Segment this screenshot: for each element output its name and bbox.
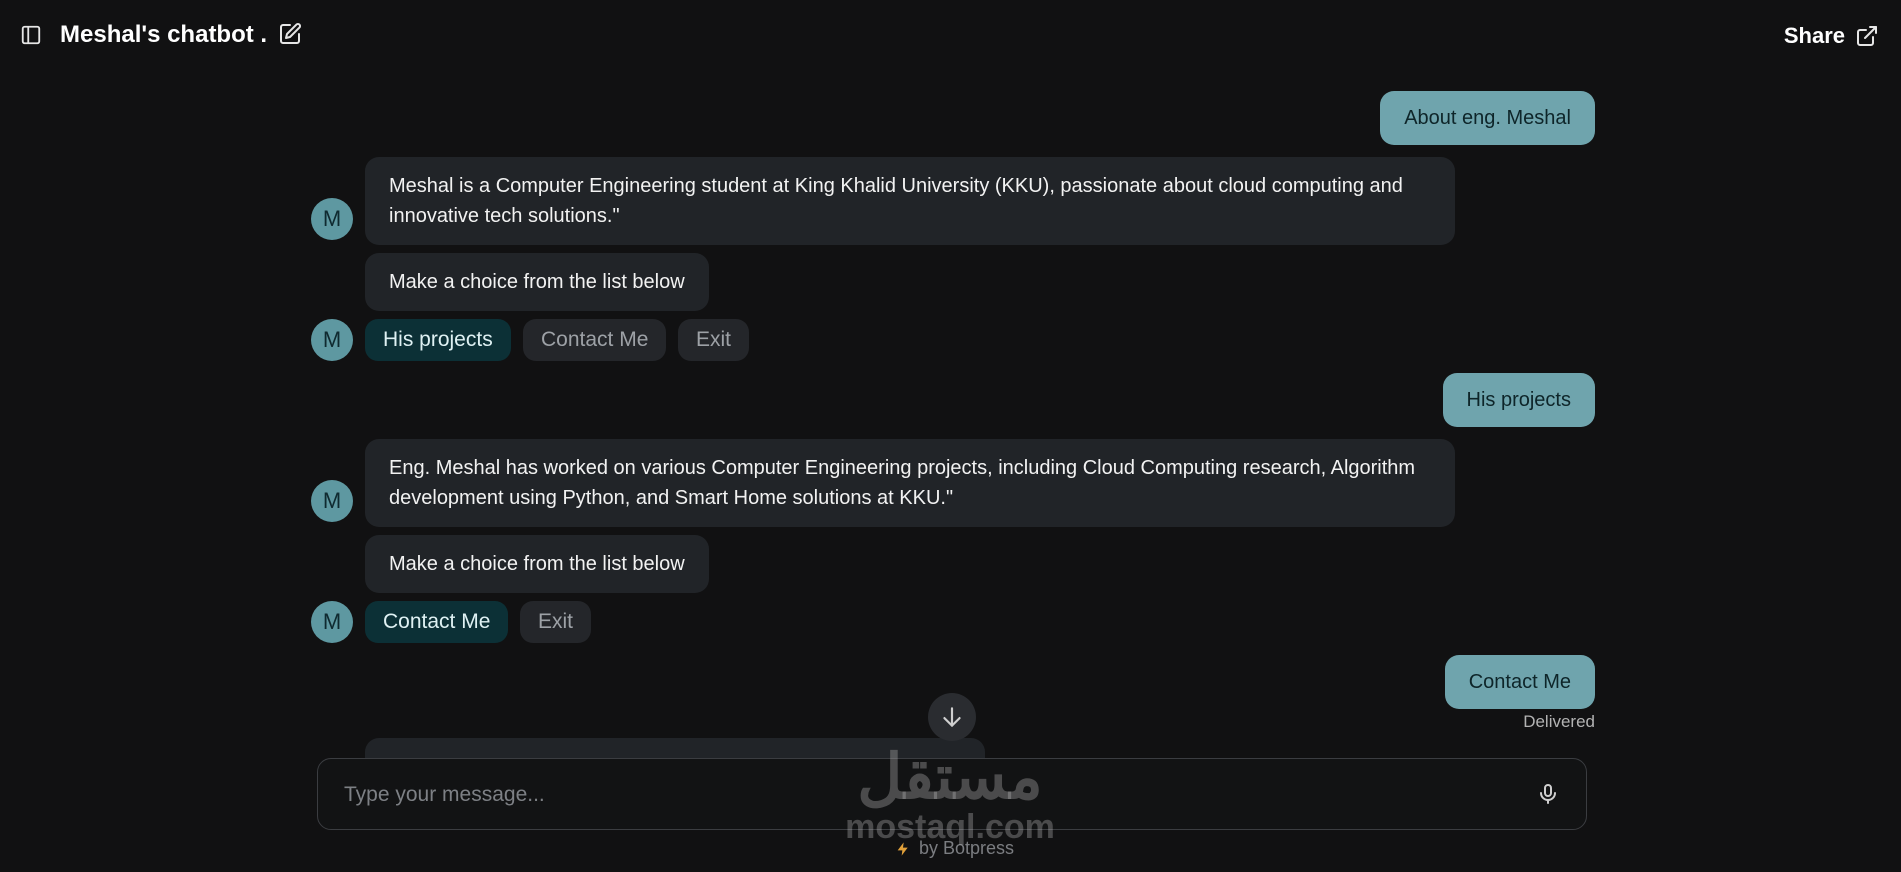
bot-avatar: M	[311, 319, 353, 361]
share-label: Share	[1783, 23, 1845, 48]
sidebar-toggle-icon[interactable]	[20, 24, 42, 46]
bot-prompt: Make a choice from the list below	[365, 253, 709, 311]
watermark-latin: mostaql.com	[845, 808, 1055, 846]
user-message: Contact Me	[1444, 655, 1595, 709]
scroll-down-button[interactable]	[928, 693, 976, 741]
delivery-status: Delivered	[1523, 712, 1595, 731]
user-message: About eng. Meshal	[1380, 91, 1595, 145]
edit-icon[interactable]	[278, 22, 302, 46]
arrow-down-icon	[943, 707, 961, 727]
header: Meshal's chatbot . Share	[0, 0, 1901, 72]
bot-avatar: M	[311, 198, 353, 240]
bot-avatar: M	[311, 601, 353, 643]
choice-exit[interactable]: Exit	[520, 601, 592, 643]
chat-title: Meshal's chatbot .	[60, 21, 268, 48]
watermark: مستقل mostaql.com	[830, 743, 1070, 846]
choice-contact-me[interactable]: Contact Me	[365, 601, 509, 643]
choice-exit[interactable]: Exit	[678, 319, 750, 361]
external-link-icon	[1857, 26, 1877, 46]
watermark-arabic: مستقل	[857, 743, 1043, 812]
microphone-icon[interactable]	[1536, 782, 1560, 806]
bot-prompt: Make a choice from the list below	[365, 535, 709, 593]
bot-avatar: M	[311, 480, 353, 522]
user-message: His projects	[1442, 373, 1595, 427]
choice-contact-me[interactable]: Contact Me	[523, 319, 667, 361]
bot-message: Meshal is a Computer Engineering student…	[365, 157, 1455, 245]
share-button[interactable]: Share	[1784, 21, 1879, 51]
bot-message: Eng. Meshal has worked on various Comput…	[365, 439, 1455, 527]
choice-his-projects[interactable]: His projects	[365, 319, 511, 361]
